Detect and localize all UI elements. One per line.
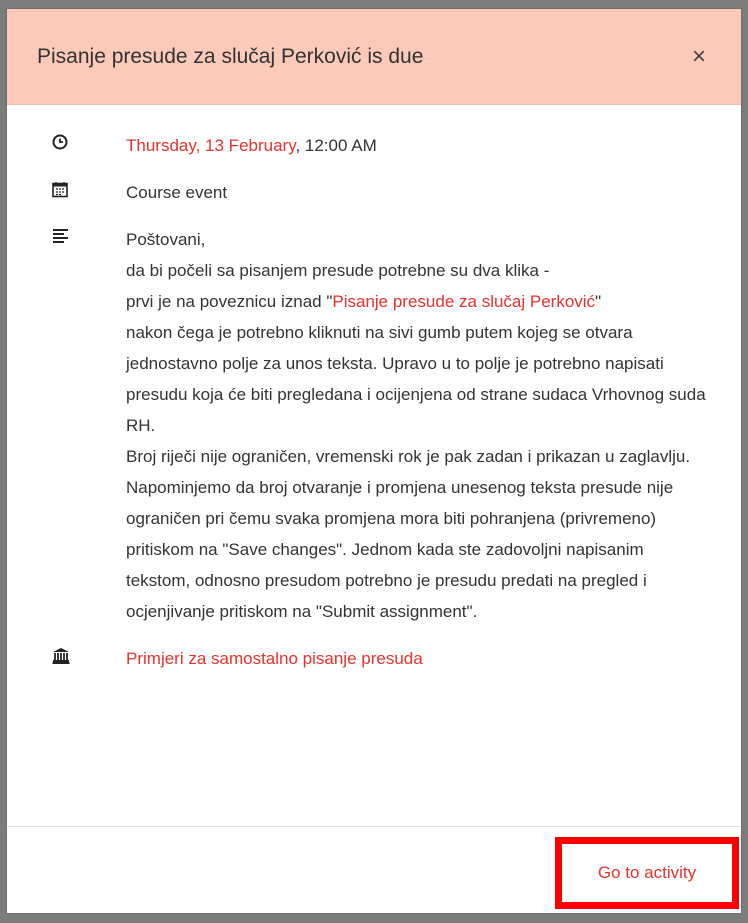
description-icon [52, 224, 82, 248]
modal-title: Pisanje presude za slučaj Perković is du… [37, 44, 424, 68]
description-link-line: prvi je na poveznicu iznad "Pisanje pres… [126, 292, 602, 311]
clock-icon [52, 130, 82, 154]
event-description: Poštovani, da bi počeli sa pisanjem pres… [126, 224, 711, 627]
description-greeting: Poštovani, [126, 230, 206, 249]
go-to-activity-link[interactable]: Go to activity [598, 863, 696, 883]
modal-body: Thursday, 13 February, 12:00 AM Course e… [7, 105, 741, 674]
description-paragraph: nakon čega je potrebno kliknuti na sivi … [126, 323, 706, 435]
event-type-row: Course event [52, 177, 711, 208]
event-type: Course event [126, 183, 228, 202]
description-paragraph: Napominjemo da broj otvaranje i promjena… [126, 478, 674, 621]
event-date: Thursday, 13 February, 12:00 AM [126, 130, 377, 161]
course-row: Primjeri za samostalno pisanje presuda [52, 643, 711, 674]
course-link[interactable]: Primjeri za samostalno pisanje presuda [126, 649, 423, 668]
close-icon[interactable]: × [687, 44, 711, 69]
assignment-link[interactable]: Pisanje presude za slučaj Perković [332, 292, 595, 311]
event-date-row: Thursday, 13 February, 12:00 AM [52, 130, 711, 161]
description-paragraph: Broj riječi nije ograničen, vremenski ro… [126, 447, 691, 466]
event-time: , 12:00 AM [295, 136, 377, 155]
event-description-row: Poštovani, da bi počeli sa pisanjem pres… [52, 224, 711, 627]
highlight-box: Go to activity [555, 837, 739, 909]
description-line: da bi počeli sa pisanjem presude potrebn… [126, 261, 550, 280]
modal-header: Pisanje presude za slučaj Perković is du… [7, 9, 741, 105]
calendar-icon [52, 177, 82, 201]
event-modal: Pisanje presude za slučaj Perković is du… [6, 8, 742, 914]
course-icon [52, 643, 82, 667]
date-link[interactable]: Thursday, 13 February [126, 136, 295, 155]
course-name: Primjeri za samostalno pisanje presuda [126, 643, 423, 674]
modal-footer: Go to activity [7, 826, 741, 913]
